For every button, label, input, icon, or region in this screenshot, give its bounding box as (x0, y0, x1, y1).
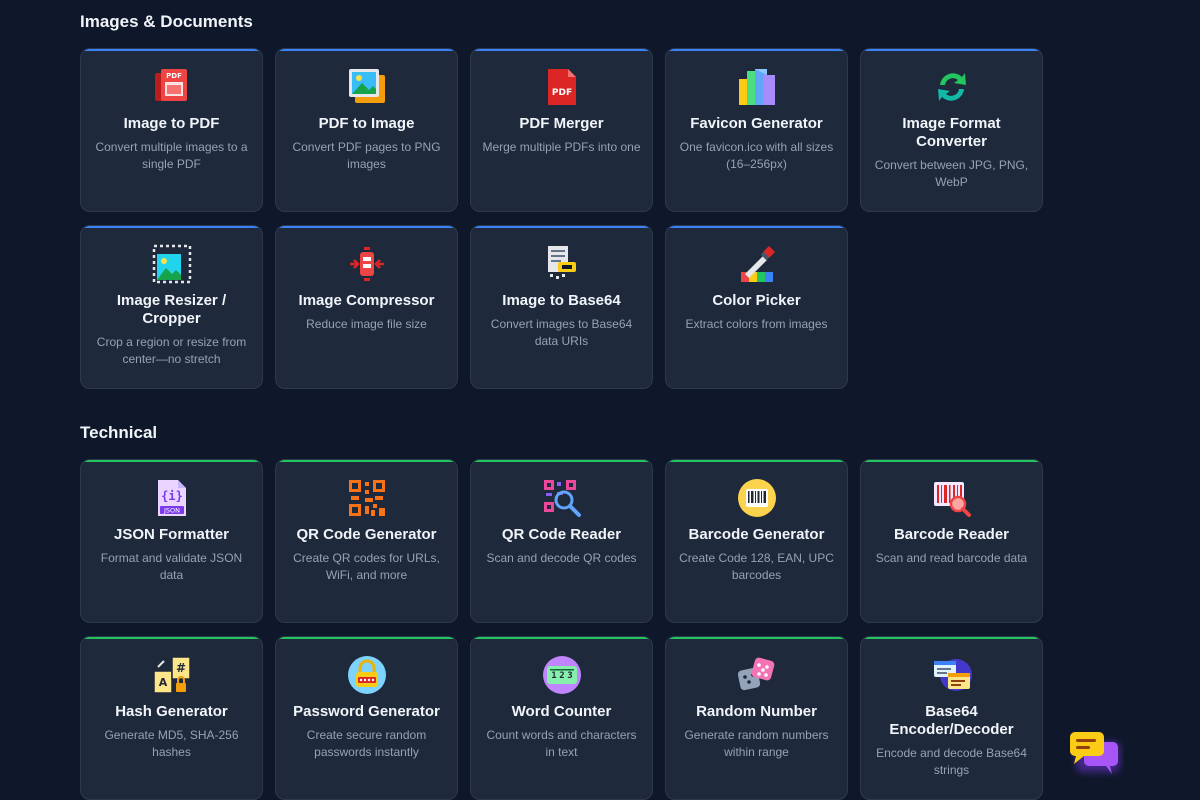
tool-card-color-picker[interactable]: Color Picker Extract colors from images (665, 225, 848, 389)
tool-description: Extract colors from images (685, 317, 828, 331)
favicon-files-icon (737, 67, 777, 107)
tool-description: Convert PDF pages to PNG images (292, 140, 441, 171)
technical-grid: {i} JSON JSON Formatter Format and validate… (80, 459, 1043, 800)
eyedropper-icon (737, 244, 777, 284)
tool-card-image-to-pdf[interactable]: PDF Image to PDF Convert multiple images t… (80, 48, 263, 212)
pdf-to-image-icon (347, 67, 387, 107)
tool-title: Barcode Generator (688, 526, 825, 543)
json-file-icon: {i} JSON (152, 478, 192, 518)
tool-card-word-counter[interactable]: 1 2 3 Word Counter Count words and character… (470, 636, 653, 800)
tool-title: JSON Formatter (113, 526, 230, 543)
tool-title: Barcode Reader (893, 526, 1010, 543)
tool-title: Favicon Generator (690, 115, 823, 132)
tool-card-pdf-to-image[interactable]: PDF to Image Convert PDF pages to PNG ima… (275, 48, 458, 212)
tool-title: Image to Base64 (502, 292, 621, 309)
tool-description: Format and validate JSON data (100, 551, 243, 582)
convert-arrows-icon (932, 67, 972, 107)
svg-text:PDF: PDF (166, 72, 182, 80)
pdf-file-icon: PDF (542, 67, 582, 107)
barcode-scan-icon (932, 478, 972, 518)
chat-bubbles-icon (1070, 732, 1120, 774)
tool-card-image-format-converter[interactable]: Image Format Converter Convert between JP… (860, 48, 1043, 212)
tool-card-favicon-generator[interactable]: Favicon Generator One favicon.ico with al… (665, 48, 848, 212)
tool-description: Merge multiple PDFs into one (482, 140, 641, 154)
tool-title: Password Generator (293, 703, 440, 720)
tool-title: Image Compressor (298, 292, 435, 309)
tool-description: Convert images to Base64 data URIs (490, 317, 633, 348)
chat-button[interactable] (1066, 728, 1124, 778)
svg-text:2: 2 (559, 671, 564, 681)
tool-title: Image to PDF (123, 115, 220, 132)
tool-description: Create QR codes for URLs, WiFi, and more (293, 551, 440, 582)
tool-title: QR Code Reader (501, 526, 622, 543)
tool-description: Count words and characters in text (486, 728, 637, 759)
tool-card-barcode-reader[interactable]: Barcode Reader Scan and read barcode data (860, 459, 1043, 623)
password-lock-icon (347, 655, 387, 695)
image-to-pdf-icon: PDF (152, 67, 192, 107)
tool-card-base64-encoder-decoder[interactable]: Base64 Encoder/Decoder Encode and decode … (860, 636, 1043, 800)
tool-card-json-formatter[interactable]: {i} JSON JSON Formatter Format and validate… (80, 459, 263, 623)
tool-description: Scan and decode QR codes (486, 551, 637, 565)
dice-icon (737, 655, 777, 695)
tool-description: Generate random numbers within range (684, 728, 829, 759)
qr-scan-icon (542, 478, 582, 518)
tool-title: PDF to Image (318, 115, 415, 132)
qr-code-icon (347, 478, 387, 518)
svg-text:JSON: JSON (162, 507, 179, 515)
tool-card-random-number[interactable]: Random Number Generate random numbers wit… (665, 636, 848, 800)
tool-description: Generate MD5, SHA-256 hashes (104, 728, 239, 759)
tool-title: QR Code Generator (296, 526, 437, 543)
images-documents-grid: PDF Image to PDF Convert multiple images t… (80, 48, 1043, 389)
hash-lock-icon: A # (152, 655, 192, 695)
tool-title: Base64 Encoder/Decoder (889, 703, 1014, 738)
tool-description: Create secure random passwords instantly (306, 728, 427, 759)
crop-image-icon (152, 244, 192, 284)
tool-description: Reduce image file size (306, 317, 427, 331)
section-title-images-documents: Images & Documents (80, 12, 253, 31)
tool-card-qr-code-reader[interactable]: QR Code Reader Scan and decode QR codes (470, 459, 653, 623)
compress-icon (347, 244, 387, 284)
svg-text:1: 1 (551, 671, 556, 681)
tool-description: One favicon.ico with all sizes (16–256px… (679, 140, 834, 171)
tool-title: Word Counter (511, 703, 612, 720)
tool-description: Create Code 128, EAN, UPC barcodes (679, 551, 834, 582)
tool-card-qr-code-generator[interactable]: QR Code Generator Create QR codes for URL… (275, 459, 458, 623)
tool-description: Encode and decode Base64 strings (876, 746, 1027, 777)
tool-description: Crop a region or resize from center—no s… (96, 335, 247, 366)
counter-icon: 123 (542, 655, 582, 695)
tool-card-image-compressor[interactable]: Image Compressor Reduce image file size (275, 225, 458, 389)
svg-text:{i}: {i} (161, 489, 183, 503)
tool-description: Convert between JPG, PNG, WebP (874, 158, 1029, 189)
tool-title: PDF Merger (519, 115, 604, 132)
tool-title: Image Resizer / Cropper (116, 292, 227, 327)
svg-text:A: A (158, 676, 167, 689)
svg-text:3: 3 (567, 671, 572, 681)
tool-description: Convert multiple images to a single PDF (95, 140, 248, 171)
tool-title: Image Format Converter (902, 115, 1001, 150)
tool-title: Hash Generator (115, 703, 228, 720)
base64-file-icon (542, 244, 582, 284)
tool-description: Scan and read barcode data (875, 551, 1028, 565)
tool-card-image-resizer-cropper[interactable]: Image Resizer / Cropper Crop a region or … (80, 225, 263, 389)
barcode-icon (737, 478, 777, 518)
svg-text:#: # (175, 661, 185, 675)
tool-title: Random Number (696, 703, 817, 720)
section-title-technical: Technical (80, 423, 158, 442)
tool-card-barcode-generator[interactable]: Barcode Generator Create Code 128, EAN, U… (665, 459, 848, 623)
tool-card-password-generator[interactable]: Password Generator Create secure random p… (275, 636, 458, 800)
encode-windows-icon (932, 655, 972, 695)
tool-card-pdf-merger[interactable]: PDF PDF Merger Merge multiple PDFs into on… (470, 48, 653, 212)
tool-card-hash-generator[interactable]: A # Hash Generator Generate MD5, SHA-256 ha… (80, 636, 263, 800)
svg-text:PDF: PDF (551, 88, 571, 98)
tool-card-image-to-base64[interactable]: Image to Base64 Convert images to Base64 … (470, 225, 653, 389)
tool-title: Color Picker (712, 292, 801, 309)
